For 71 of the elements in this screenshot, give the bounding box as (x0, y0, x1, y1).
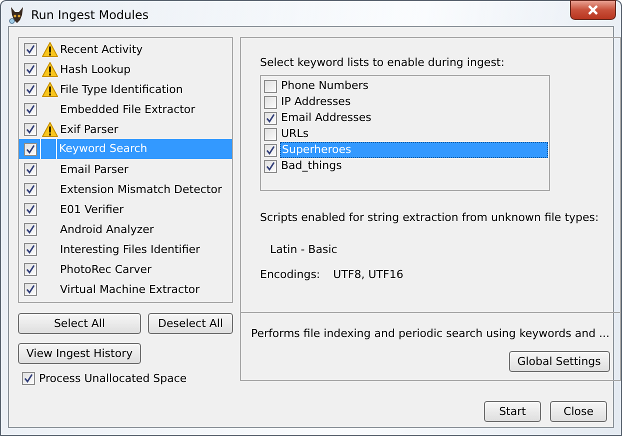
module-name: Hash Lookup (60, 62, 131, 76)
module-name: Keyword Search (56, 139, 148, 159)
start-button[interactable]: Start (484, 401, 541, 422)
checkbox[interactable] (24, 262, 37, 276)
warning-icon (42, 122, 58, 136)
window-title: Run Ingest Modules (31, 8, 149, 22)
close-icon (587, 5, 599, 15)
module-row[interactable]: Extension Mismatch Detector (19, 179, 232, 199)
module-row[interactable]: E01 Verifier (19, 199, 232, 219)
keyword-prompt: Select keyword lists to enable during ingest: (260, 56, 506, 69)
global-settings-button[interactable]: Global Settings (508, 351, 610, 372)
module-name: Exif Parser (60, 122, 118, 136)
checkbox[interactable] (264, 112, 277, 124)
module-name: PhotoRec Carver (60, 262, 152, 276)
keyword-list-item[interactable]: URLs (280, 126, 310, 142)
module-name: Android Analyzer (60, 222, 154, 236)
module-row[interactable]: File Type Identification (19, 79, 232, 99)
dog-head-icon (8, 6, 26, 24)
checkbox[interactable] (24, 282, 37, 296)
module-row[interactable]: Embedded File Extractor (19, 99, 232, 119)
checkbox[interactable] (24, 82, 37, 96)
warning-icon (42, 62, 58, 76)
module-name: Embedded File Extractor (60, 102, 196, 116)
button[interactable]: Select All (18, 313, 141, 334)
encodings-label: Encodings: (260, 268, 320, 281)
checkbox[interactable] (24, 162, 37, 176)
checkbox[interactable] (24, 182, 37, 196)
close-button[interactable]: Close (550, 401, 607, 422)
module-row[interactable]: Hash Lookup (19, 59, 232, 79)
keyword-list-item[interactable]: Phone Numbers (280, 78, 370, 94)
warning-icon (42, 82, 58, 96)
module-row[interactable]: PhotoRec Carver (19, 259, 232, 279)
checkbox[interactable] (264, 160, 277, 172)
module-row[interactable]: Recent Activity (19, 39, 232, 59)
scripts-label: Scripts enabled for string extraction from unknown file types: (260, 211, 600, 224)
module-name: Extension Mismatch Detector (60, 182, 222, 196)
module-row[interactable]: Email Parser (19, 159, 232, 179)
module-name: E01 Verifier (60, 202, 124, 216)
checkbox[interactable] (24, 62, 37, 76)
checkbox-label: Process Unallocated Space (39, 372, 187, 385)
checkbox[interactable] (24, 42, 37, 56)
module-row[interactable]: Virtual Machine Extractor (19, 279, 232, 299)
button[interactable]: View Ingest History (18, 343, 141, 364)
checkbox[interactable] (264, 144, 277, 156)
module-name: Recent Activity (60, 42, 143, 56)
checkbox[interactable] (24, 142, 37, 156)
checkbox[interactable] (264, 128, 277, 140)
module-row[interactable]: Interesting Files Identifier (19, 239, 232, 259)
checkbox[interactable] (24, 102, 37, 116)
keyword-list-item[interactable]: Email Addresses (280, 110, 372, 126)
keyword-list-item[interactable]: IP Addresses (280, 94, 352, 110)
module-name: Interesting Files Identifier (60, 242, 200, 256)
keyword-list-item[interactable]: Bad_things (280, 158, 343, 174)
warning-icon (42, 42, 58, 56)
module-description: Performs file indexing and periodic search using keywords and ... (251, 327, 610, 340)
checkbox[interactable] (24, 242, 37, 256)
checkbox[interactable] (24, 202, 37, 216)
checkbox[interactable] (24, 122, 37, 136)
module-name: Email Parser (60, 162, 128, 176)
module-row[interactable]: Android Analyzer (19, 219, 232, 239)
module-row[interactable]: Exif Parser (19, 119, 232, 139)
checkbox[interactable] (24, 222, 37, 236)
module-name: File Type Identification (60, 82, 183, 96)
encodings-value: UTF8, UTF16 (333, 268, 404, 281)
checkbox[interactable] (264, 96, 277, 108)
module-name: Virtual Machine Extractor (60, 282, 200, 296)
checkbox[interactable] (264, 80, 277, 92)
checkbox[interactable] (22, 372, 35, 385)
scripts-value: Latin - Basic (269, 243, 338, 256)
button[interactable]: Deselect All (148, 313, 233, 334)
close-button[interactable] (570, 0, 616, 20)
